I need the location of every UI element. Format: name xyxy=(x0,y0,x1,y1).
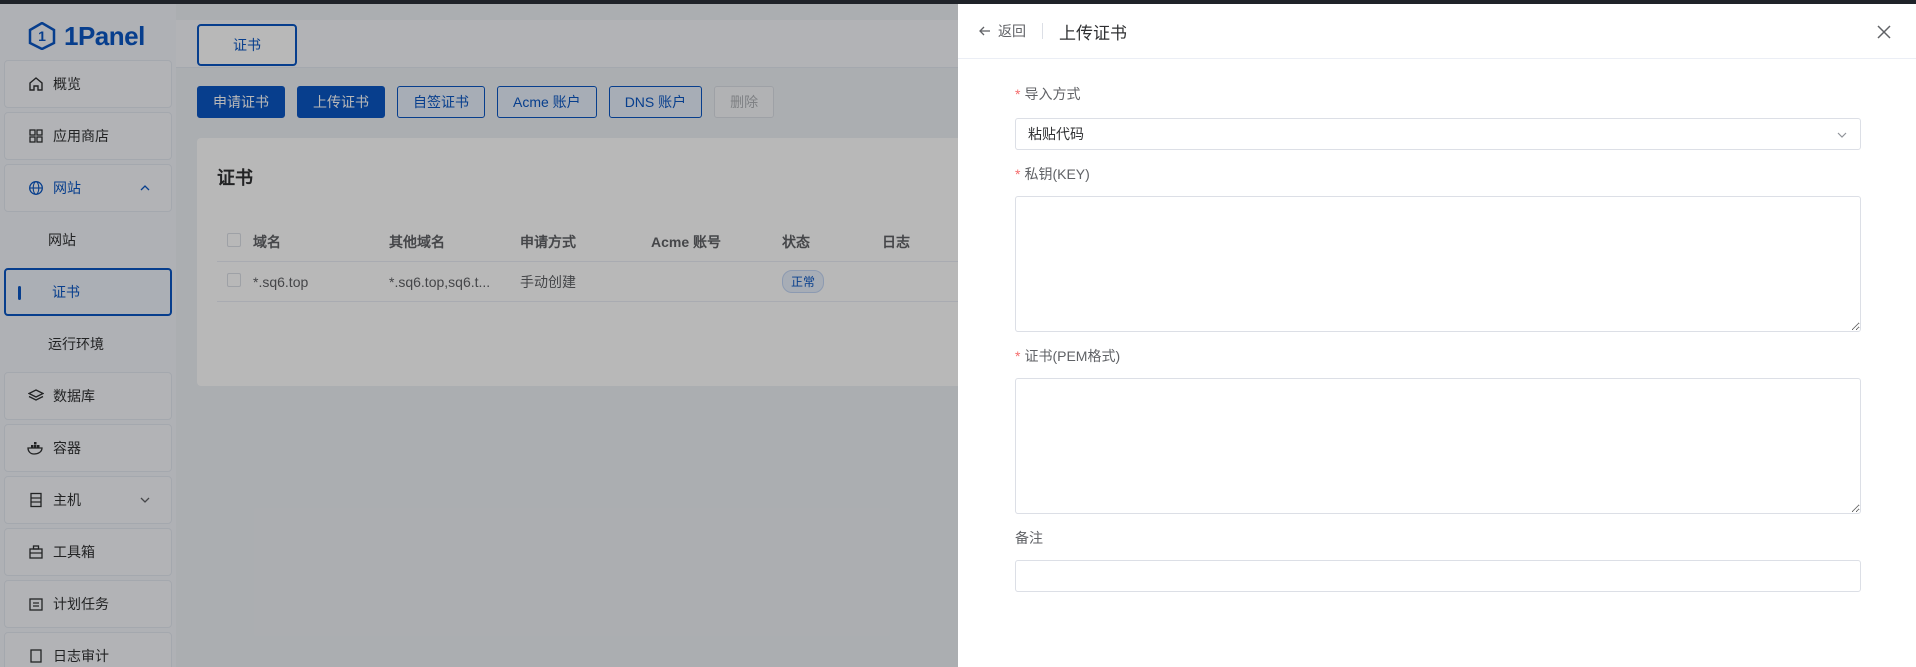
remark-label-text: 备注 xyxy=(1015,530,1043,546)
certificate-pem-label-text: 证书(PEM格式) xyxy=(1024,348,1121,364)
import-method-label: * 导入方式 xyxy=(1015,84,1861,104)
required-marker: * xyxy=(1015,348,1021,364)
import-method-label-text: 导入方式 xyxy=(1024,86,1081,102)
import-method-value: 粘贴代码 xyxy=(1028,126,1084,142)
back-button[interactable]: 返回 xyxy=(978,21,1026,41)
required-marker: * xyxy=(1015,166,1021,182)
upload-form: * 导入方式 粘贴代码 * 私钥(KEY) * 证书(PEM格式) 备注 xyxy=(1015,60,1861,592)
drawer-header: 返回 上传证书 xyxy=(958,4,1916,59)
remark-label: 备注 xyxy=(1015,528,1861,548)
top-strip xyxy=(0,0,1916,4)
remark-input[interactable] xyxy=(1015,560,1861,592)
certificate-pem-label: * 证书(PEM格式) xyxy=(1015,346,1861,366)
modal-overlay[interactable] xyxy=(0,4,958,667)
back-label: 返回 xyxy=(998,23,1026,39)
arrow-left-icon xyxy=(979,26,990,36)
private-key-textarea[interactable] xyxy=(1015,196,1861,332)
import-method-select[interactable]: 粘贴代码 xyxy=(1015,118,1861,150)
upload-certificate-drawer: 返回 上传证书 * 导入方式 粘贴代码 * 私钥(KEY) * 证书(PEM格式… xyxy=(958,4,1916,667)
close-icon[interactable] xyxy=(1876,24,1892,40)
chevron-down-icon xyxy=(1837,132,1847,138)
certificate-pem-textarea[interactable] xyxy=(1015,378,1861,514)
drawer-title: 上传证书 xyxy=(1059,23,1127,43)
private-key-label-text: 私钥(KEY) xyxy=(1024,166,1090,182)
header-divider xyxy=(1042,23,1043,39)
private-key-label: * 私钥(KEY) xyxy=(1015,164,1861,184)
required-marker: * xyxy=(1015,86,1021,102)
